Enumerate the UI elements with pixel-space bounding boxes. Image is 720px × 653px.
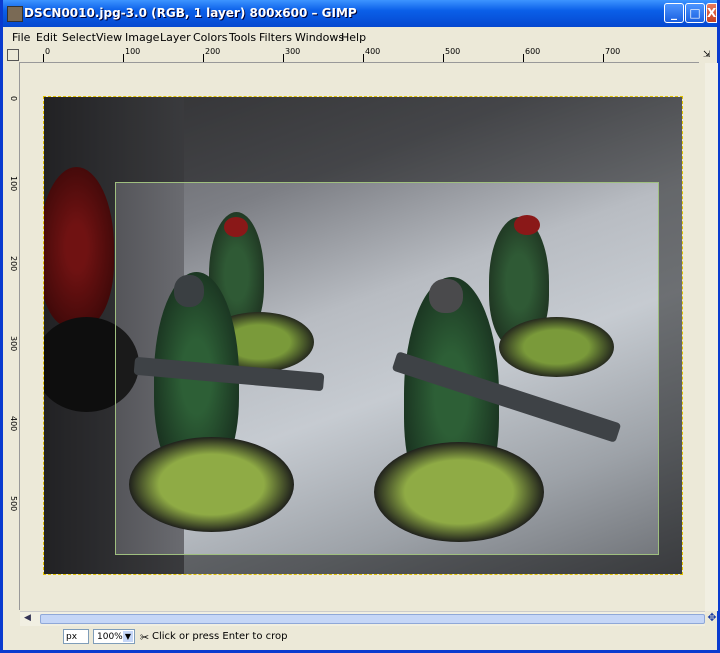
crop-mask-right: [659, 182, 682, 555]
ruler-label: 600: [525, 47, 541, 56]
menu-colors[interactable]: Colors: [193, 31, 227, 44]
vertical-ruler: 0 100 200 300 400 500: [3, 62, 20, 610]
menu-filters[interactable]: Filters: [259, 31, 292, 44]
ruler-label: 200: [9, 256, 18, 272]
ruler-tick: [443, 54, 444, 62]
image-canvas[interactable]: [20, 63, 705, 611]
menu-file[interactable]: File: [12, 31, 30, 44]
ruler-label: 100: [9, 176, 18, 192]
horizontal-ruler: 0 100 200 300 400 500 600 700: [19, 47, 699, 63]
navigate-icon[interactable]: ✥: [706, 612, 718, 624]
vertical-scrollbar[interactable]: [705, 63, 718, 611]
photo-miniatures[interactable]: [43, 96, 683, 575]
menu-view[interactable]: View: [96, 31, 122, 44]
menu-help[interactable]: Help: [341, 31, 366, 44]
ruler-label: 200: [205, 47, 221, 56]
menu-image[interactable]: Image: [125, 31, 159, 44]
scroll-left-icon[interactable]: ◀: [24, 613, 31, 623]
ruler-tick: [283, 54, 284, 62]
menu-select[interactable]: Select: [62, 31, 96, 44]
title-bar[interactable]: DSCN0010.jpg-3.0 (RGB, 1 layer) 800x600 …: [3, 0, 717, 27]
ruler-label: 100: [125, 47, 141, 56]
menu-layer[interactable]: Layer: [160, 31, 191, 44]
ruler-label: 400: [365, 47, 381, 56]
close-button[interactable]: X: [706, 3, 717, 23]
ruler-label: 300: [285, 47, 301, 56]
gimp-app-icon: [7, 6, 23, 22]
crop-mask-left: [44, 182, 115, 555]
ruler-label: 700: [605, 47, 621, 56]
ruler-tick: [363, 54, 364, 62]
zoom-to-fit-icon[interactable]: ⇲: [703, 50, 713, 60]
ruler-tick: [43, 54, 44, 62]
crop-mask-top: [44, 97, 682, 182]
zoom-selector[interactable]: 100% ▼: [93, 629, 135, 644]
scrollbar-thumb[interactable]: [40, 614, 705, 624]
ruler-tick: [603, 54, 604, 62]
ruler-label: 0: [45, 47, 51, 56]
maximize-button[interactable]: □: [685, 3, 705, 23]
zoom-value: 100%: [97, 632, 123, 642]
window-title: DSCN0010.jpg-3.0 (RGB, 1 layer) 800x600 …: [24, 6, 357, 20]
status-bar: px 100% ▼ ✂ Click or press Enter to crop: [3, 626, 717, 650]
ruler-tick: [123, 54, 124, 62]
ruler-tick: [203, 54, 204, 62]
horizontal-scrollbar[interactable]: ◀: [20, 611, 705, 626]
chevron-down-icon[interactable]: ▼: [123, 631, 133, 642]
menu-edit[interactable]: Edit: [36, 31, 57, 44]
ruler-tick: [523, 54, 524, 62]
status-message: Click or press Enter to crop: [152, 631, 288, 642]
menu-tools[interactable]: Tools: [229, 31, 256, 44]
ruler-label: 500: [9, 496, 18, 512]
unit-selector[interactable]: px: [63, 629, 89, 644]
ruler-label: 400: [9, 416, 18, 432]
gimp-image-window: DSCN0010.jpg-3.0 (RGB, 1 layer) 800x600 …: [0, 0, 720, 653]
crop-mask-bottom: [44, 555, 682, 574]
ruler-label: 0: [9, 96, 18, 102]
ruler-label: 500: [445, 47, 461, 56]
menu-windows[interactable]: Windows: [295, 31, 344, 44]
ruler-label: 300: [9, 336, 18, 352]
quick-mask-toggle[interactable]: [7, 49, 19, 61]
minimize-button[interactable]: _: [664, 3, 684, 23]
crop-tool-icon: ✂: [140, 631, 150, 644]
crop-rectangle[interactable]: [115, 182, 659, 555]
menu-bar: File Edit Select View Image Layer Colors…: [3, 27, 717, 47]
